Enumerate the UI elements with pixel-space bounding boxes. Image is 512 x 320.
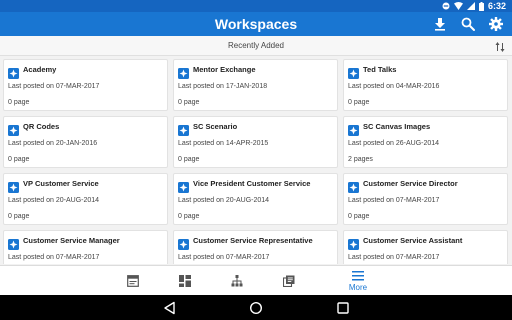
gear-icon[interactable] — [488, 16, 504, 32]
workspace-title: Vice President Customer Service — [193, 179, 311, 188]
workspace-card[interactable]: SC Scenario Last posted on 14-APR-2015 0… — [173, 116, 338, 168]
workspace-icon — [348, 123, 359, 136]
workspace-title: SC Canvas Images — [363, 122, 431, 131]
workspace-last-posted: Last posted on 17-JAN-2018 — [178, 83, 268, 90]
battery-icon — [478, 1, 484, 11]
workspace-last-posted: Last posted on 07-MAR-2017 — [178, 254, 270, 261]
workspace-last-posted: Last posted on 20-JAN-2016 — [8, 140, 98, 147]
workspace-card[interactable]: SC Canvas Images Last posted on 26-AUG-2… — [343, 116, 508, 168]
workspace-card[interactable]: Vice President Customer Service Last pos… — [173, 173, 338, 225]
signal-icon — [466, 2, 475, 10]
workspace-last-posted: Last posted on 07-MAR-2017 — [8, 254, 100, 261]
system-nav-bar — [0, 295, 512, 320]
workspace-last-posted: Last posted on 14-APR-2015 — [178, 140, 269, 147]
workspace-icon — [348, 66, 359, 79]
workspace-title: Customer Service Representative — [193, 236, 313, 245]
wifi-icon — [453, 2, 463, 10]
workspace-page-count: 0 page — [348, 213, 370, 220]
header-actions — [432, 16, 504, 32]
workspace-icon — [8, 123, 19, 136]
download-icon[interactable] — [432, 16, 448, 32]
back-icon[interactable] — [163, 301, 177, 315]
sort-bar: Recently Added — [0, 36, 512, 56]
workspace-icon — [178, 123, 189, 136]
workspace-page-count: 0 page — [8, 156, 30, 163]
search-icon[interactable] — [460, 16, 476, 32]
status-bar: 6:32 — [0, 0, 512, 12]
sort-arrows-icon[interactable] — [494, 40, 506, 52]
nav-dashboard[interactable] — [167, 266, 203, 296]
nav-hierarchy[interactable] — [219, 266, 255, 296]
workspace-icon — [348, 180, 359, 193]
workspace-last-posted: Last posted on 04-MAR-2016 — [348, 83, 440, 90]
nav-library[interactable] — [271, 266, 307, 296]
workspace-last-posted: Last posted on 07-MAR-2017 — [348, 197, 440, 204]
dnd-icon — [442, 2, 450, 10]
workspace-title: Customer Service Director — [363, 179, 458, 188]
workspace-page-count: 0 page — [348, 99, 370, 106]
workspace-title: Mentor Exchange — [193, 65, 256, 74]
workspace-icon — [8, 237, 19, 250]
workspace-icon — [178, 237, 189, 250]
workspace-card[interactable]: Ted Talks Last posted on 04-MAR-2016 0 p… — [343, 59, 508, 111]
bottom-nav: More — [0, 265, 512, 295]
workspace-title: SC Scenario — [193, 122, 238, 131]
workspace-card[interactable]: VP Customer Service Last posted on 20-AU… — [3, 173, 168, 225]
workspace-icon — [178, 180, 189, 193]
workspace-title: QR Codes — [23, 122, 60, 131]
workspace-icon — [178, 66, 189, 79]
sort-label[interactable]: Recently Added — [0, 36, 512, 56]
workspace-title: Customer Service Assistant — [363, 236, 463, 245]
workspace-last-posted: Last posted on 26-AUG-2014 — [348, 140, 440, 147]
workspace-last-posted: Last posted on 07-MAR-2017 — [348, 254, 440, 261]
workspace-title: Academy — [23, 65, 57, 74]
workspace-card[interactable]: Customer Service Representative Last pos… — [173, 230, 338, 264]
workspace-icon — [348, 237, 359, 250]
workspace-icon — [8, 180, 19, 193]
workspace-page-count: 2 pages — [348, 156, 373, 163]
workspace-page-count: 0 page — [178, 156, 200, 163]
workspace-page-count: 0 page — [178, 99, 200, 106]
workspace-title: Customer Service Manager — [23, 236, 120, 245]
status-icons: 6:32 — [442, 1, 506, 11]
workspace-grid: Academy Last posted on 07-MAR-2017 0 pag… — [3, 59, 509, 264]
workspace-last-posted: Last posted on 20-AUG-2014 — [178, 197, 270, 204]
status-time: 6:32 — [487, 1, 506, 11]
nav-more-label: More — [348, 283, 368, 292]
recents-icon[interactable] — [336, 301, 350, 315]
workspace-last-posted: Last posted on 07-MAR-2017 — [8, 83, 100, 90]
workspace-title: VP Customer Service — [23, 179, 99, 188]
workspace-card[interactable]: Customer Service Manager Last posted on … — [3, 230, 168, 264]
workspace-card[interactable]: Customer Service Assistant Last posted o… — [343, 230, 508, 264]
workspace-page-count: 0 page — [8, 213, 30, 220]
workspace-card[interactable]: Academy Last posted on 07-MAR-2017 0 pag… — [3, 59, 168, 111]
nav-more[interactable]: More — [340, 266, 376, 296]
nav-page-view[interactable] — [115, 266, 151, 296]
workspace-card[interactable]: Customer Service Director Last posted on… — [343, 173, 508, 225]
workspace-page-count: 0 page — [178, 213, 200, 220]
workspace-title: Ted Talks — [363, 65, 397, 74]
workspace-icon — [8, 66, 19, 79]
workspace-last-posted: Last posted on 20-AUG-2014 — [8, 197, 100, 204]
app-bar: Workspaces — [0, 12, 512, 36]
workspace-card[interactable]: Mentor Exchange Last posted on 17-JAN-20… — [173, 59, 338, 111]
workspace-card[interactable]: QR Codes Last posted on 20-JAN-2016 0 pa… — [3, 116, 168, 168]
workspace-page-count: 0 page — [8, 99, 30, 106]
home-icon[interactable] — [249, 301, 263, 315]
